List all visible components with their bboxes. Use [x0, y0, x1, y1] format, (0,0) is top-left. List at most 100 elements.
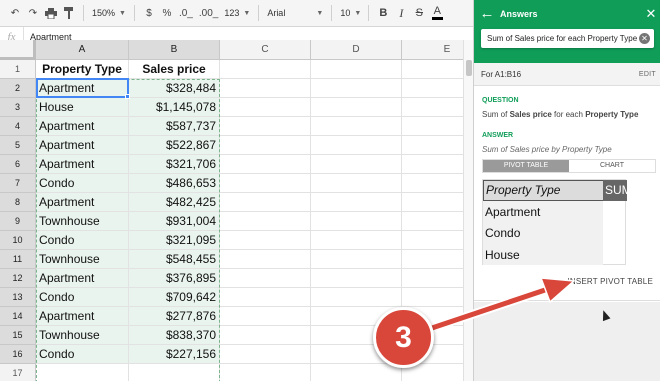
empty-cell[interactable]	[311, 155, 402, 174]
empty-cell[interactable]	[311, 174, 402, 193]
empty-cell[interactable]	[311, 231, 402, 250]
empty-cell[interactable]	[220, 174, 311, 193]
empty-cell[interactable]	[311, 364, 402, 381]
row-header[interactable]: 8	[0, 193, 36, 212]
empty-cell[interactable]	[220, 60, 311, 79]
bold-button[interactable]: B	[374, 3, 392, 23]
table-cell[interactable]: Apartment	[36, 79, 129, 98]
row-header[interactable]: 3	[0, 98, 36, 117]
increase-decimals-button[interactable]: .00_	[196, 3, 221, 23]
currency-button[interactable]: $	[140, 3, 158, 23]
table-cell[interactable]: $709,642	[129, 288, 220, 307]
close-icon[interactable]: ✕	[641, 6, 660, 22]
table-cell[interactable]: $376,895	[129, 269, 220, 288]
table-cell[interactable]: Condo	[36, 174, 129, 193]
table-cell[interactable]: Condo	[36, 345, 129, 364]
row-header[interactable]: 1	[0, 60, 36, 79]
table-cell[interactable]: $931,004	[129, 212, 220, 231]
empty-cell[interactable]	[129, 364, 220, 381]
empty-cell[interactable]	[311, 250, 402, 269]
column-header-b[interactable]: B	[129, 40, 220, 60]
empty-cell[interactable]	[311, 193, 402, 212]
empty-cell[interactable]	[311, 117, 402, 136]
table-cell[interactable]: Condo	[36, 231, 129, 250]
empty-cell[interactable]	[220, 136, 311, 155]
empty-cell[interactable]	[311, 288, 402, 307]
strikethrough-button[interactable]: S	[410, 3, 428, 23]
empty-cell[interactable]	[220, 117, 311, 136]
empty-cell[interactable]	[220, 345, 311, 364]
paint-format-icon[interactable]	[60, 3, 78, 23]
table-cell[interactable]: $227,156	[129, 345, 220, 364]
table-cell[interactable]: Property Type	[36, 60, 129, 79]
row-header[interactable]: 2	[0, 79, 36, 98]
print-icon[interactable]	[42, 3, 60, 23]
font-select[interactable]: Arial ▼	[264, 8, 326, 18]
empty-cell[interactable]	[220, 231, 311, 250]
select-all-corner[interactable]	[0, 40, 36, 60]
table-cell[interactable]: $321,706	[129, 155, 220, 174]
table-cell[interactable]: $587,737	[129, 117, 220, 136]
vertical-scrollbar[interactable]	[463, 40, 473, 381]
row-header[interactable]: 5	[0, 136, 36, 155]
row-header[interactable]: 11	[0, 250, 36, 269]
empty-cell[interactable]	[220, 364, 311, 381]
empty-cell[interactable]	[220, 288, 311, 307]
row-header[interactable]: 14	[0, 307, 36, 326]
more-formats-select[interactable]: 123 ▼	[221, 8, 253, 18]
table-cell[interactable]: $1,145,078	[129, 98, 220, 117]
row-header[interactable]: 17	[0, 364, 36, 381]
column-header-d[interactable]: D	[311, 40, 402, 60]
empty-cell[interactable]	[220, 307, 311, 326]
table-cell[interactable]: Apartment	[36, 193, 129, 212]
row-header[interactable]: 7	[0, 174, 36, 193]
table-cell[interactable]: Condo	[36, 288, 129, 307]
table-cell[interactable]: Townhouse	[36, 212, 129, 231]
empty-cell[interactable]	[36, 364, 129, 381]
empty-cell[interactable]	[220, 212, 311, 231]
table-cell[interactable]: $838,370	[129, 326, 220, 345]
row-header[interactable]: 10	[0, 231, 36, 250]
percent-button[interactable]: %	[158, 3, 176, 23]
row-header[interactable]: 13	[0, 288, 36, 307]
table-cell[interactable]: Apartment	[36, 117, 129, 136]
table-cell[interactable]: Townhouse	[36, 326, 129, 345]
row-header[interactable]: 16	[0, 345, 36, 364]
decrease-decimals-button[interactable]: .0_	[176, 3, 196, 23]
insert-pivot-table-button[interactable]: INSERT PIVOT TABLE	[567, 277, 653, 286]
empty-cell[interactable]	[220, 155, 311, 174]
empty-cell[interactable]	[311, 269, 402, 288]
empty-cell[interactable]	[311, 60, 402, 79]
table-cell[interactable]: Apartment	[36, 136, 129, 155]
table-cell[interactable]: $321,095	[129, 231, 220, 250]
row-header[interactable]: 9	[0, 212, 36, 231]
table-cell[interactable]: $277,876	[129, 307, 220, 326]
edit-range-button[interactable]: EDIT	[639, 71, 656, 78]
column-header-c[interactable]: C	[220, 40, 311, 60]
table-cell[interactable]: $482,425	[129, 193, 220, 212]
clear-icon[interactable]: ✕	[639, 33, 650, 44]
table-cell[interactable]: $486,653	[129, 174, 220, 193]
font-size-select[interactable]: 10 ▼	[337, 8, 363, 18]
empty-cell[interactable]	[220, 326, 311, 345]
empty-cell[interactable]	[220, 269, 311, 288]
table-cell[interactable]: $548,455	[129, 250, 220, 269]
italic-button[interactable]: I	[392, 3, 410, 23]
empty-cell[interactable]	[220, 250, 311, 269]
zoom-select[interactable]: 150% ▼	[89, 8, 129, 18]
row-header[interactable]: 12	[0, 269, 36, 288]
undo-icon[interactable]: ↶	[6, 3, 24, 23]
column-header-a[interactable]: A	[36, 40, 129, 60]
empty-cell[interactable]	[220, 79, 311, 98]
table-cell[interactable]: Sales price	[129, 60, 220, 79]
empty-cell[interactable]	[311, 212, 402, 231]
empty-cell[interactable]	[311, 136, 402, 155]
empty-cell[interactable]	[220, 193, 311, 212]
tab-pivot-table[interactable]: PIVOT TABLE	[483, 160, 569, 172]
fill-handle[interactable]	[125, 94, 130, 99]
table-cell[interactable]: Apartment	[36, 307, 129, 326]
table-cell[interactable]: Apartment	[36, 155, 129, 174]
empty-cell[interactable]	[220, 98, 311, 117]
table-cell[interactable]: $328,484	[129, 79, 220, 98]
row-header[interactable]: 6	[0, 155, 36, 174]
